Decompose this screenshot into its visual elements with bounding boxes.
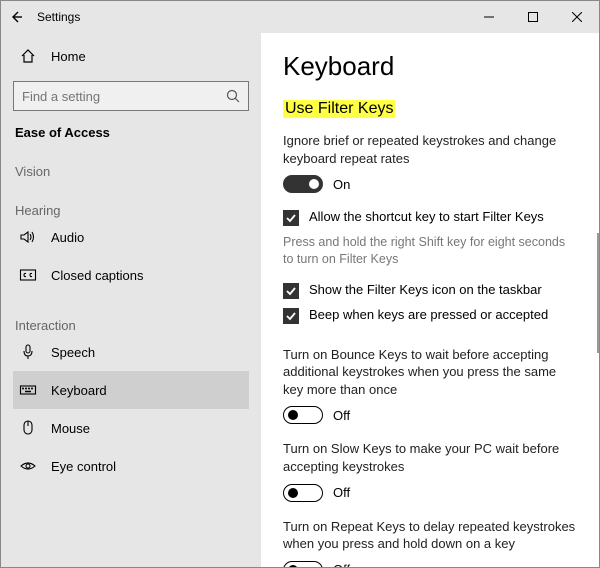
search-field[interactable] — [22, 89, 226, 104]
show-icon-label: Show the Filter Keys icon on the taskbar — [309, 282, 542, 297]
allow-shortcut-checkbox[interactable] — [283, 210, 299, 226]
filter-keys-toggle[interactable] — [283, 175, 323, 193]
keyboard-icon — [19, 381, 37, 399]
bounce-keys-toggle[interactable] — [283, 406, 323, 424]
search-icon — [226, 89, 240, 103]
toggle-state-label: Off — [333, 408, 350, 423]
sidebar: Home Ease of Access Vision Hearing Audio — [1, 33, 261, 567]
home-icon — [19, 47, 37, 65]
repeat-keys-desc: Turn on Repeat Keys to delay repeated ke… — [283, 518, 577, 553]
minimize-button[interactable] — [467, 1, 511, 33]
sidebar-item-label: Audio — [51, 230, 84, 245]
cc-icon — [19, 266, 37, 284]
toggle-state-label: Off — [333, 485, 350, 500]
sidebar-item-keyboard[interactable]: Keyboard — [13, 371, 249, 409]
settings-window: Settings Home Ease of Access — [1, 1, 599, 567]
slow-keys-toggle[interactable] — [283, 484, 323, 502]
maximize-button[interactable] — [511, 1, 555, 33]
beep-checkbox[interactable] — [283, 308, 299, 324]
bounce-keys-desc: Turn on Bounce Keys to wait before accep… — [283, 346, 577, 399]
sidebar-item-audio[interactable]: Audio — [13, 218, 249, 256]
audio-icon — [19, 228, 37, 246]
sidebar-item-label: Mouse — [51, 421, 90, 436]
mic-icon — [19, 343, 37, 361]
scrollbar[interactable] — [597, 233, 599, 353]
sidebar-area: Ease of Access — [13, 125, 249, 140]
filter-keys-desc: Ignore brief or repeated keystrokes and … — [283, 132, 577, 167]
main-content: Keyboard Use Filter Keys Ignore brief or… — [261, 33, 599, 567]
shortcut-hint: Press and hold the right Shift key for e… — [283, 234, 577, 268]
toggle-state-label: Off — [333, 562, 350, 567]
sidebar-home[interactable]: Home — [13, 41, 249, 71]
section-title: Use Filter Keys — [283, 100, 395, 118]
show-icon-checkbox[interactable] — [283, 283, 299, 299]
toggle-state-label: On — [333, 177, 350, 192]
page-title: Keyboard — [283, 51, 577, 82]
sidebar-home-label: Home — [51, 49, 86, 64]
beep-label: Beep when keys are pressed or accepted — [309, 307, 548, 322]
titlebar: Settings — [1, 1, 599, 33]
window-title: Settings — [37, 10, 80, 24]
sidebar-item-mouse[interactable]: Mouse — [13, 409, 249, 447]
search-input[interactable] — [13, 81, 249, 111]
close-button[interactable] — [555, 1, 599, 33]
allow-shortcut-label: Allow the shortcut key to start Filter K… — [309, 209, 544, 224]
sidebar-item-label: Keyboard — [51, 383, 107, 398]
eye-icon — [19, 457, 37, 475]
sidebar-cat-interaction: Interaction — [13, 318, 249, 333]
sidebar-item-label: Closed captions — [51, 268, 144, 283]
sidebar-item-speech[interactable]: Speech — [13, 333, 249, 371]
back-icon[interactable] — [9, 10, 23, 24]
repeat-keys-toggle[interactable] — [283, 561, 323, 567]
slow-keys-desc: Turn on Slow Keys to make your PC wait b… — [283, 440, 577, 475]
sidebar-cat-vision: Vision — [13, 164, 249, 179]
sidebar-item-eye-control[interactable]: Eye control — [13, 447, 249, 485]
sidebar-item-label: Eye control — [51, 459, 116, 474]
sidebar-item-label: Speech — [51, 345, 95, 360]
sidebar-cat-hearing: Hearing — [13, 203, 249, 218]
mouse-icon — [19, 419, 37, 437]
sidebar-item-closed-captions[interactable]: Closed captions — [13, 256, 249, 294]
